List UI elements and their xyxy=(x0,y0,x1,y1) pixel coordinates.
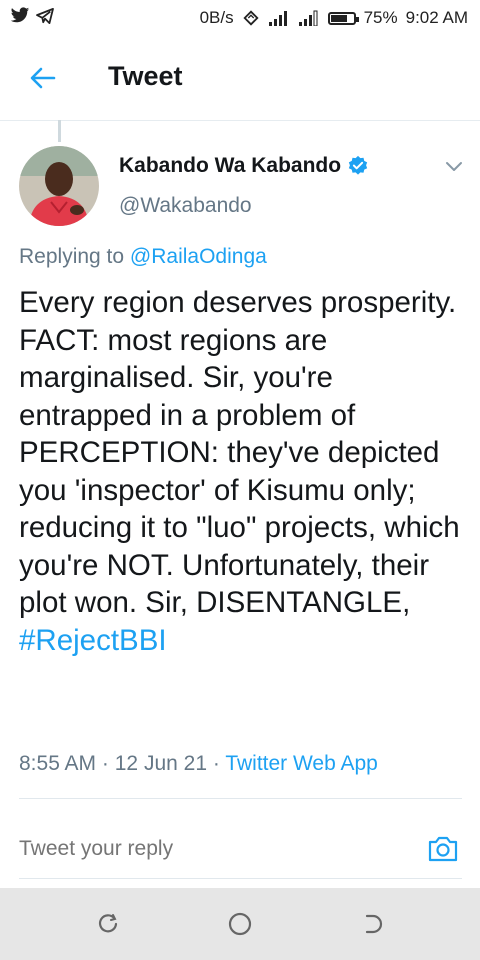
thread-line xyxy=(58,120,61,142)
sync-icon xyxy=(243,10,259,26)
tweet-time: 8:55 AM xyxy=(19,752,97,775)
replying-prefix: Replying to xyxy=(19,245,125,268)
tweet-body: Every region deserves prosperity. FACT: … xyxy=(19,286,473,619)
battery-percent: 75% xyxy=(363,8,398,27)
back-icon[interactable] xyxy=(359,910,387,938)
status-left xyxy=(10,7,54,24)
hashtag-link[interactable]: #RejectBBI xyxy=(19,624,167,657)
tweet-source-link[interactable]: Twitter Web App xyxy=(225,752,378,775)
signal-icon xyxy=(268,11,287,26)
status-bar: 0B/s 75% 9:02 AM xyxy=(0,0,480,36)
arrow-left-icon[interactable] xyxy=(28,63,58,93)
app-header: Tweet xyxy=(0,36,480,121)
recent-apps-icon[interactable] xyxy=(94,910,122,938)
signal-icon xyxy=(298,10,318,26)
net-speed: 0B/s xyxy=(199,8,234,27)
battery-fill xyxy=(330,14,348,22)
avatar-image xyxy=(19,146,99,226)
twitter-icon xyxy=(10,7,30,23)
clock: 9:02 AM xyxy=(405,8,468,27)
replying-to-link[interactable]: @RailaOdinga xyxy=(130,245,267,268)
tweet-meta: 8:55 AM · 12 Jun 21 · Twitter Web App xyxy=(19,752,378,776)
page-title: Tweet xyxy=(108,61,183,91)
camera-icon[interactable] xyxy=(427,833,459,863)
author-handle[interactable]: @Wakabando xyxy=(119,194,252,218)
home-icon[interactable] xyxy=(226,910,254,938)
divider xyxy=(19,798,462,799)
system-nav-bar xyxy=(0,888,480,960)
chevron-down-icon[interactable] xyxy=(444,160,464,174)
author-row: Kabando Wa Kabando xyxy=(119,154,369,178)
telegram-icon xyxy=(36,7,54,24)
verified-badge-icon xyxy=(348,155,368,175)
reply-input[interactable] xyxy=(19,837,409,861)
tweet-text: Every region deserves prosperity. FACT: … xyxy=(19,284,469,659)
status-right: 0B/s 75% 9:02 AM xyxy=(200,8,468,28)
replying-to: Replying to @RailaOdinga xyxy=(19,245,267,269)
battery-icon xyxy=(327,11,359,25)
meta-separator: · xyxy=(212,752,220,775)
author-name[interactable]: Kabando Wa Kabando xyxy=(119,154,341,178)
divider xyxy=(19,878,462,879)
tweet-date: 12 Jun 21 xyxy=(114,752,207,775)
avatar[interactable] xyxy=(19,146,99,226)
meta-separator: · xyxy=(101,752,109,775)
